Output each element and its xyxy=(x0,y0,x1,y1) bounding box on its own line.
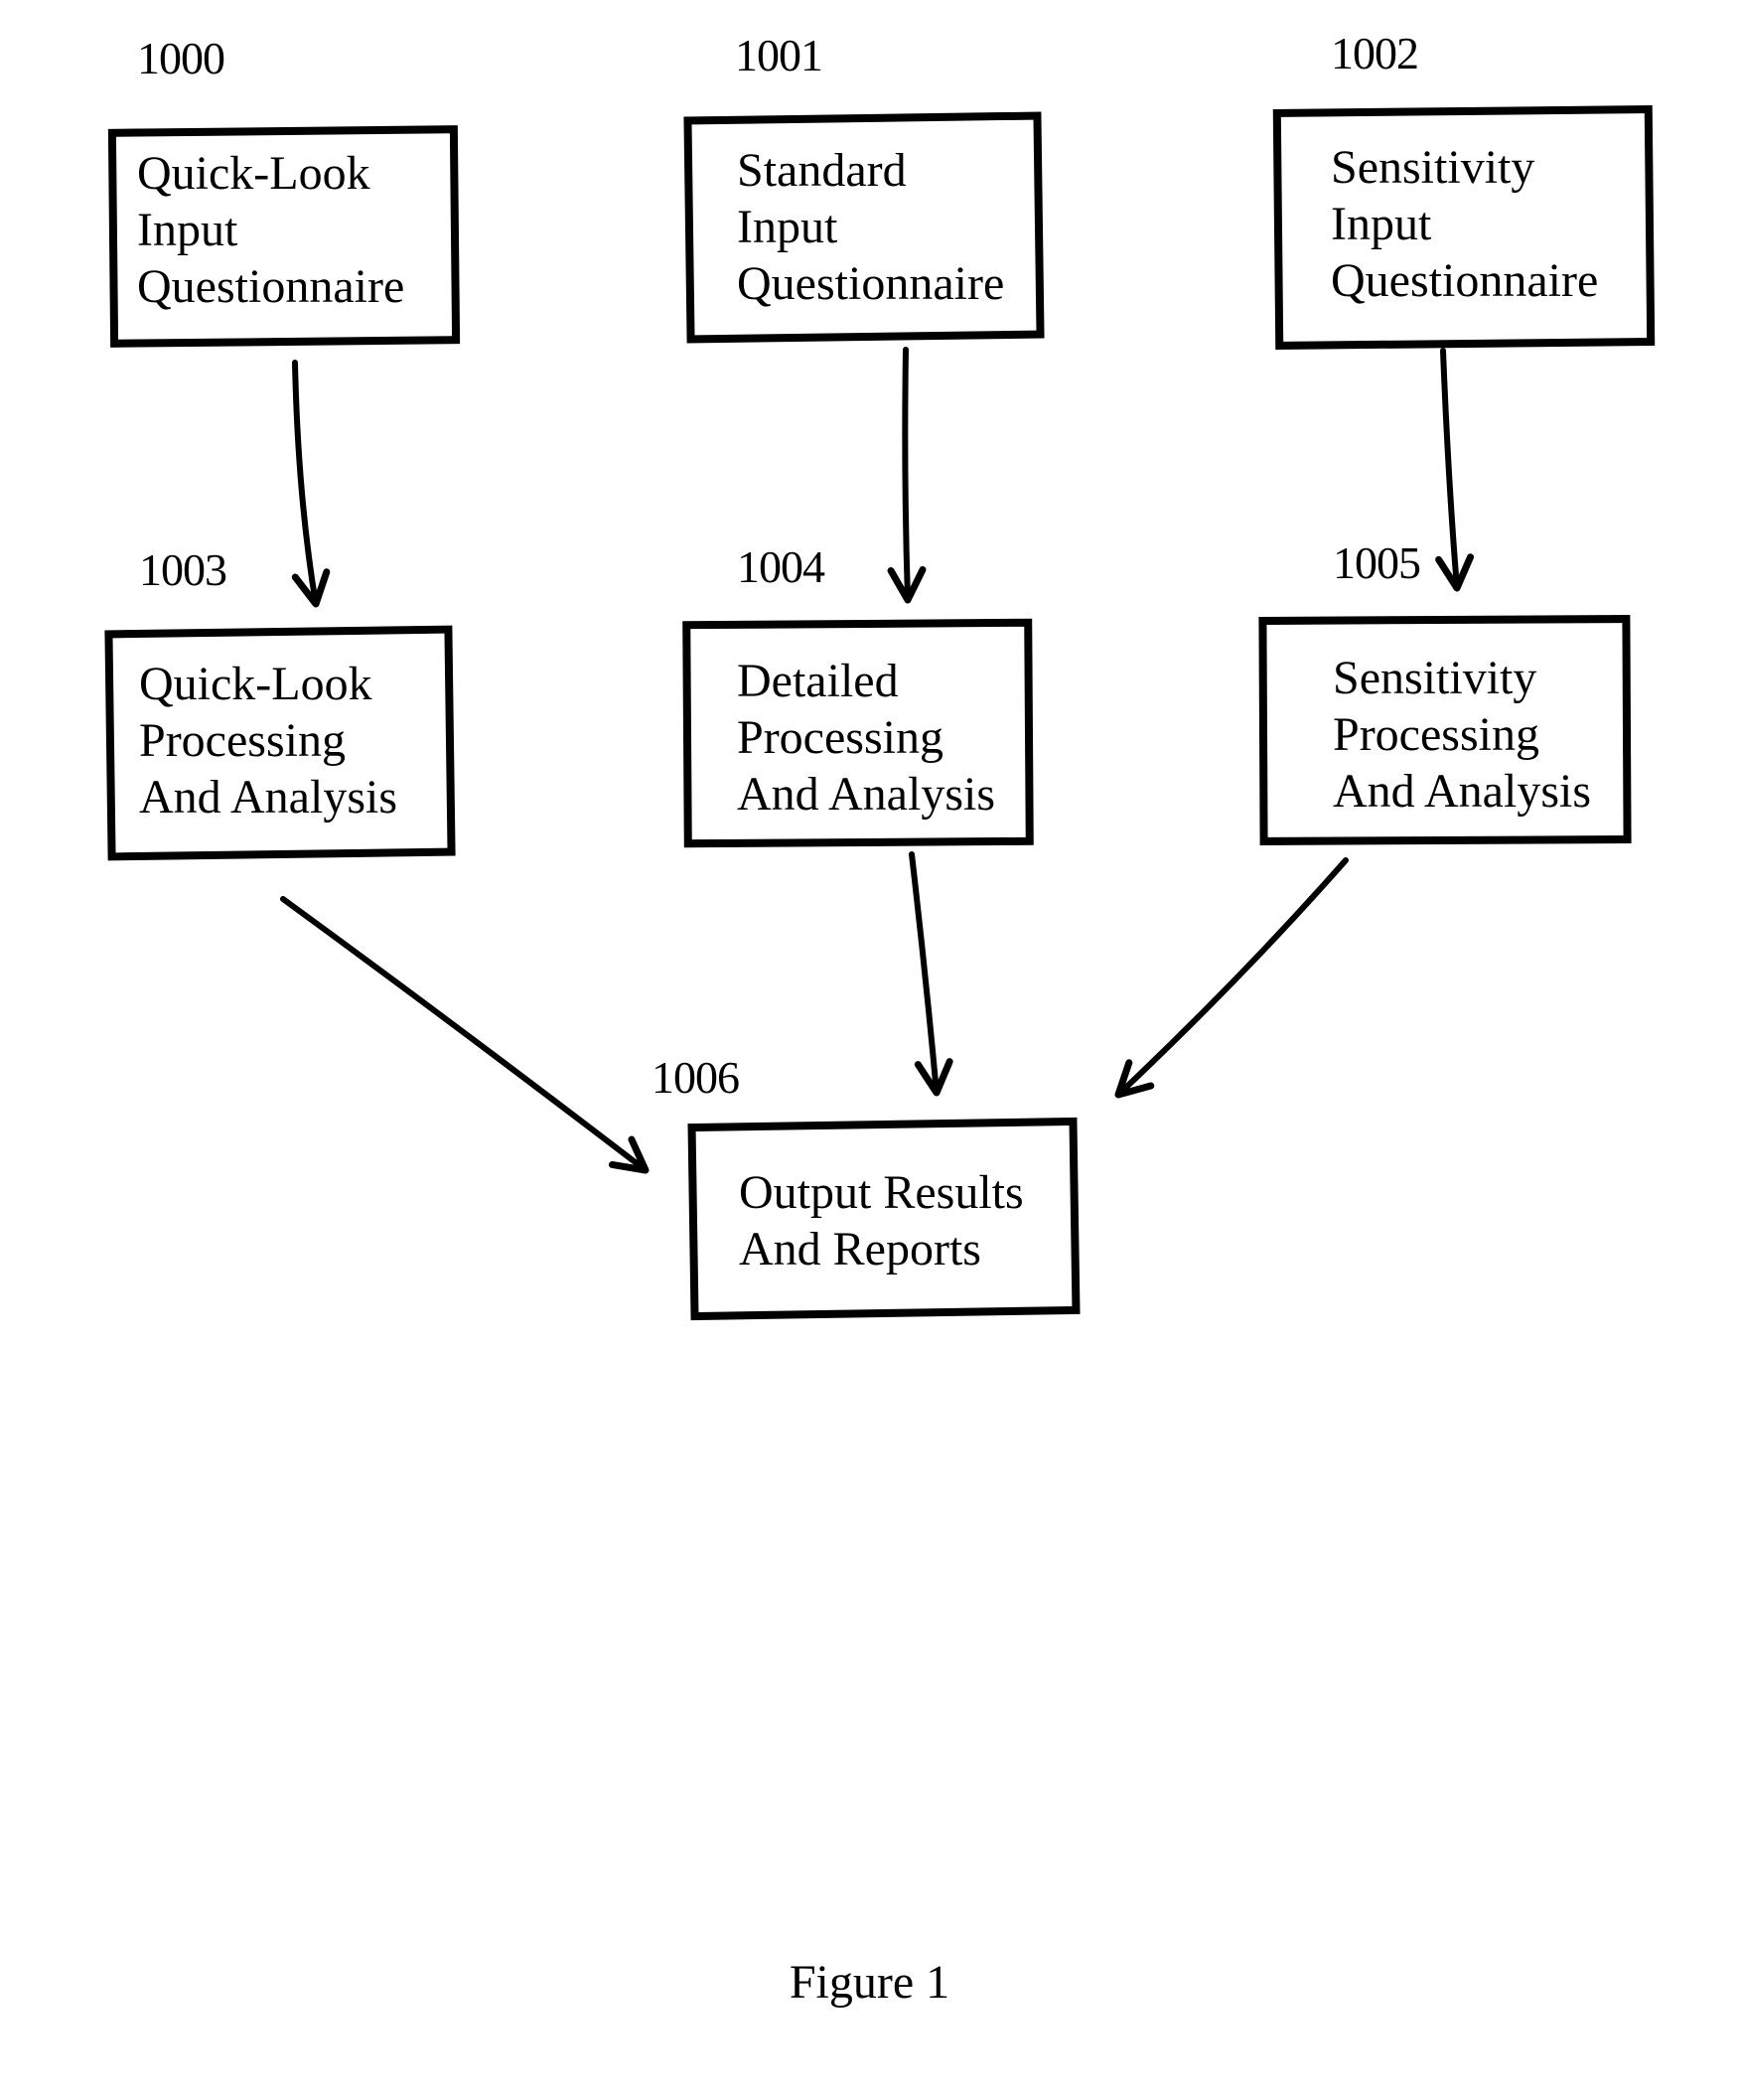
node-1001-line: Standard xyxy=(737,144,907,197)
node-1006-text: Output Results And Reports xyxy=(739,1164,1024,1277)
figure-caption: Figure 1 xyxy=(789,1956,950,2009)
node-1005-line: Sensitivity xyxy=(1333,652,1537,704)
arrow-1005-to-1006 xyxy=(1114,857,1349,1099)
arrow-line xyxy=(1440,348,1460,591)
arrow-line xyxy=(292,360,319,607)
node-1005-line: And Analysis xyxy=(1333,765,1592,818)
ref-label-1004: 1004 xyxy=(737,541,825,592)
ref-label-1005: 1005 xyxy=(1333,537,1421,588)
arrow-line xyxy=(902,347,911,603)
node-1000-line: Questionnaire xyxy=(137,260,405,313)
node-1000-line: Quick-Look xyxy=(137,147,370,200)
arrow-1000-to-1003 xyxy=(291,360,331,608)
arrow-line xyxy=(280,896,649,1173)
ref-label-1000: 1000 xyxy=(137,33,225,83)
node-1004-text: Detailed Processing And Analysis xyxy=(737,653,995,823)
node-1003-line: Quick-Look xyxy=(139,658,372,710)
node-1000-text: Quick-Look Input Questionnaire xyxy=(137,145,404,315)
node-1004-line: Detailed xyxy=(737,655,899,707)
node-1001-text: Standard Input Questionnaire xyxy=(737,142,1004,312)
node-1006-line: And Reports xyxy=(739,1223,981,1275)
arrow-1004-to-1006 xyxy=(909,851,953,1097)
ref-label-1003: 1003 xyxy=(139,544,227,595)
node-1004-line: And Analysis xyxy=(737,768,996,821)
node-1002-text: Sensitivity Input Questionnaire xyxy=(1331,139,1598,309)
ref-label-1002: 1002 xyxy=(1331,28,1419,78)
ref-label-1006: 1006 xyxy=(652,1052,740,1103)
node-1003-line: Processing xyxy=(139,714,346,767)
node-1006-line: Output Results xyxy=(739,1166,1024,1219)
arrow-1001-to-1004 xyxy=(887,347,927,604)
node-1002-line: Sensitivity xyxy=(1331,141,1535,194)
arrow-line xyxy=(909,851,940,1096)
node-1001-line: Input xyxy=(737,201,838,253)
node-1005-text: Sensitivity Processing And Analysis xyxy=(1333,650,1591,820)
node-1000-line: Input xyxy=(137,204,238,256)
arrow-1003-to-1006 xyxy=(280,896,650,1174)
node-1004-line: Processing xyxy=(737,711,943,764)
node-1002-line: Questionnaire xyxy=(1331,254,1599,307)
ref-label-1001: 1001 xyxy=(735,30,823,80)
node-1003-text: Quick-Look Processing And Analysis xyxy=(139,656,397,825)
node-1002-line: Input xyxy=(1331,198,1432,250)
node-1001-line: Questionnaire xyxy=(737,257,1005,310)
arrow-line xyxy=(1115,857,1349,1098)
node-1003-line: And Analysis xyxy=(139,771,398,824)
arrow-1002-to-1005 xyxy=(1435,348,1475,592)
node-1005-line: Processing xyxy=(1333,708,1539,761)
